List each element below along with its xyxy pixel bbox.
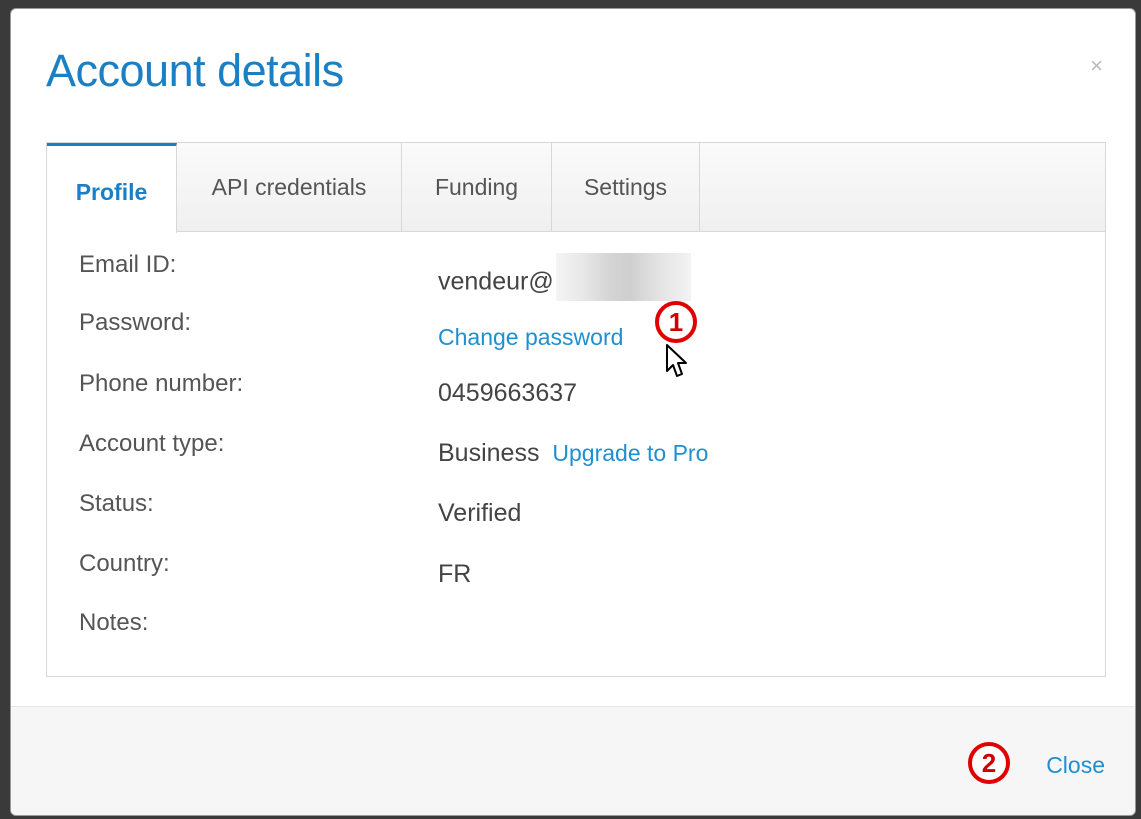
status-value: Verified: [438, 499, 522, 527]
mouse-cursor-icon: [666, 344, 687, 377]
upgrade-to-pro-link[interactable]: Upgrade to Pro: [552, 440, 708, 466]
tab-api-credentials[interactable]: API credentials: [177, 143, 402, 231]
email-value: vendeur@: [438, 253, 691, 307]
notes-label: Notes:: [79, 609, 149, 636]
email-text: vendeur@: [438, 267, 554, 296]
password-label: Password:: [79, 309, 192, 336]
tab-settings[interactable]: Settings: [552, 143, 700, 231]
email-label: Email ID:: [79, 251, 177, 278]
dialog-footer: Close: [11, 706, 1135, 815]
change-password-link[interactable]: Change password: [438, 324, 623, 350]
phone-label: Phone number:: [79, 370, 244, 397]
tab-bar: Profile API credentials Funding Settings: [47, 143, 1105, 233]
account-type-value: Business Upgrade to Pro: [438, 439, 708, 468]
country-label: Country:: [79, 550, 170, 577]
tab-panel: Profile API credentials Funding Settings…: [46, 142, 1106, 677]
phone-value: 0459663637: [438, 379, 578, 407]
annotation-marker-2: 2: [968, 742, 1010, 784]
account-type-label: Account type:: [79, 430, 225, 457]
account-type-text: Business: [438, 439, 540, 467]
status-label: Status:: [79, 490, 154, 517]
account-details-dialog: Account details × Profile API credential…: [10, 8, 1136, 816]
tab-profile[interactable]: Profile: [47, 143, 177, 233]
redacted-email-blur: [555, 253, 691, 301]
dialog-title: Account details: [46, 45, 344, 96]
close-icon[interactable]: ×: [1090, 55, 1103, 77]
annotation-marker-1: 1: [655, 301, 697, 343]
country-value: FR: [438, 560, 472, 588]
tab-funding[interactable]: Funding: [402, 143, 552, 231]
close-button[interactable]: Close: [1046, 752, 1105, 779]
